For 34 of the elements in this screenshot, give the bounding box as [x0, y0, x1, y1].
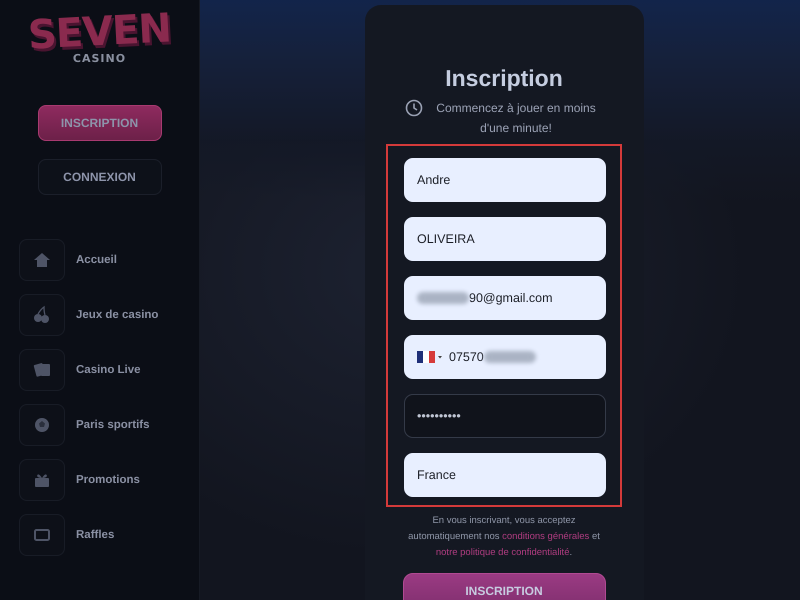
- nav-icon-tile[interactable]: [19, 239, 65, 281]
- cherry-icon: [32, 305, 52, 325]
- redacted-blur: [417, 292, 469, 304]
- input-field[interactable]: France: [404, 453, 606, 497]
- login-button[interactable]: CONNEXION: [38, 159, 162, 195]
- flag-dropdown-icon: [417, 350, 443, 364]
- input-field[interactable]: OLIVEIRA: [404, 217, 606, 261]
- input-field[interactable]: Andre: [404, 158, 606, 202]
- submit-button[interactable]: INSCRIPTION: [402, 573, 606, 600]
- phone-field[interactable]: 07570: [404, 335, 606, 379]
- signup-button[interactable]: INSCRIPTION: [38, 105, 162, 141]
- password-field[interactable]: ••••••••••: [404, 394, 606, 438]
- nav-link[interactable]: Promotions: [76, 474, 140, 486]
- nav-icon-tile[interactable]: [19, 459, 65, 501]
- form-title: Inscription: [445, 65, 563, 92]
- ball-icon: [32, 415, 52, 435]
- nav-icon-tile[interactable]: [19, 404, 65, 446]
- terms-notice: En vous inscrivant, vous acceptez automatiquement nos conditions générales et notre politique de confidentialité.: [407, 514, 601, 560]
- nav-link[interactable]: Accueil: [76, 254, 117, 266]
- home-icon: [32, 250, 52, 270]
- nav-link[interactable]: Raffles: [76, 529, 114, 541]
- nav-link[interactable]: Paris sportifs: [76, 419, 150, 431]
- nav-icon-tile[interactable]: [19, 294, 65, 336]
- nav-icon-tile[interactable]: [19, 514, 65, 556]
- privacy-link[interactable]: notre politique de confidentialité: [436, 547, 570, 558]
- redacted-blur: [484, 351, 536, 363]
- clock-icon: [404, 99, 422, 117]
- terms-link[interactable]: conditions générales: [502, 531, 590, 542]
- nav-link[interactable]: Casino Live: [76, 364, 141, 376]
- form-subtitle: Commencez à jouer en moins d'une minute!: [435, 100, 597, 137]
- logo-subtitle: CASINO: [72, 52, 126, 65]
- nav-icon-tile[interactable]: [19, 349, 65, 391]
- input-field[interactable]: 90@gmail.com: [404, 276, 606, 320]
- nav-link[interactable]: Jeux de casino: [76, 309, 158, 321]
